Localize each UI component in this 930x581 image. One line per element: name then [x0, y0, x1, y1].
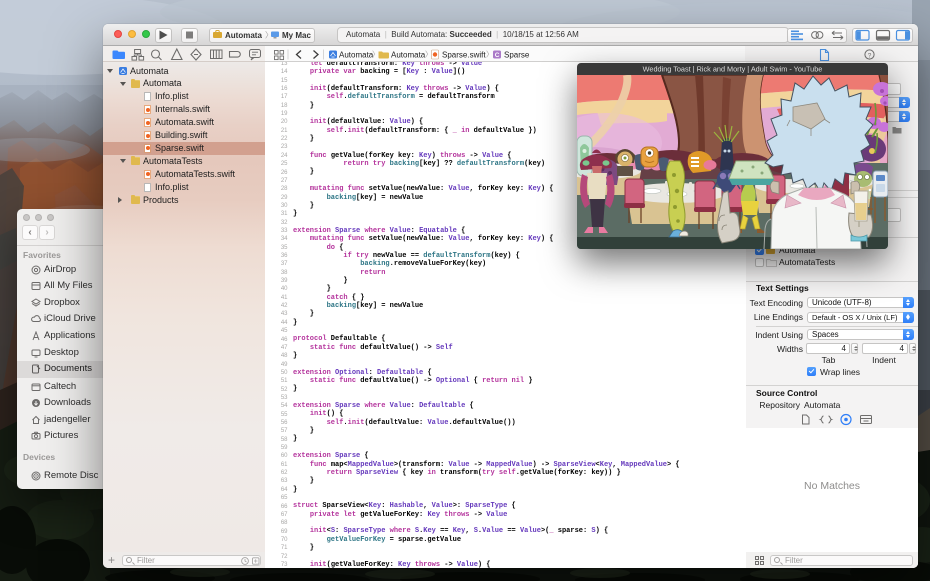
svg-text:Automata: Automata	[391, 51, 426, 60]
svg-text:Automata: Automata	[339, 51, 374, 60]
svg-text:C: C	[495, 52, 500, 59]
svg-text:〉: 〉	[372, 50, 380, 59]
svg-text:Wedding Toast | Rick and Morty: Wedding Toast | Rick and Morty | Adult S…	[643, 65, 823, 74]
svg-text:My Mac: My Mac	[282, 31, 311, 40]
svg-text:Sparse.swift: Sparse.swift	[442, 51, 486, 60]
svg-text:〉: 〉	[486, 50, 494, 59]
svg-text:?: ?	[868, 52, 872, 59]
svg-text:Automata: Automata	[225, 31, 262, 40]
svg-text:Sparse: Sparse	[504, 51, 530, 60]
